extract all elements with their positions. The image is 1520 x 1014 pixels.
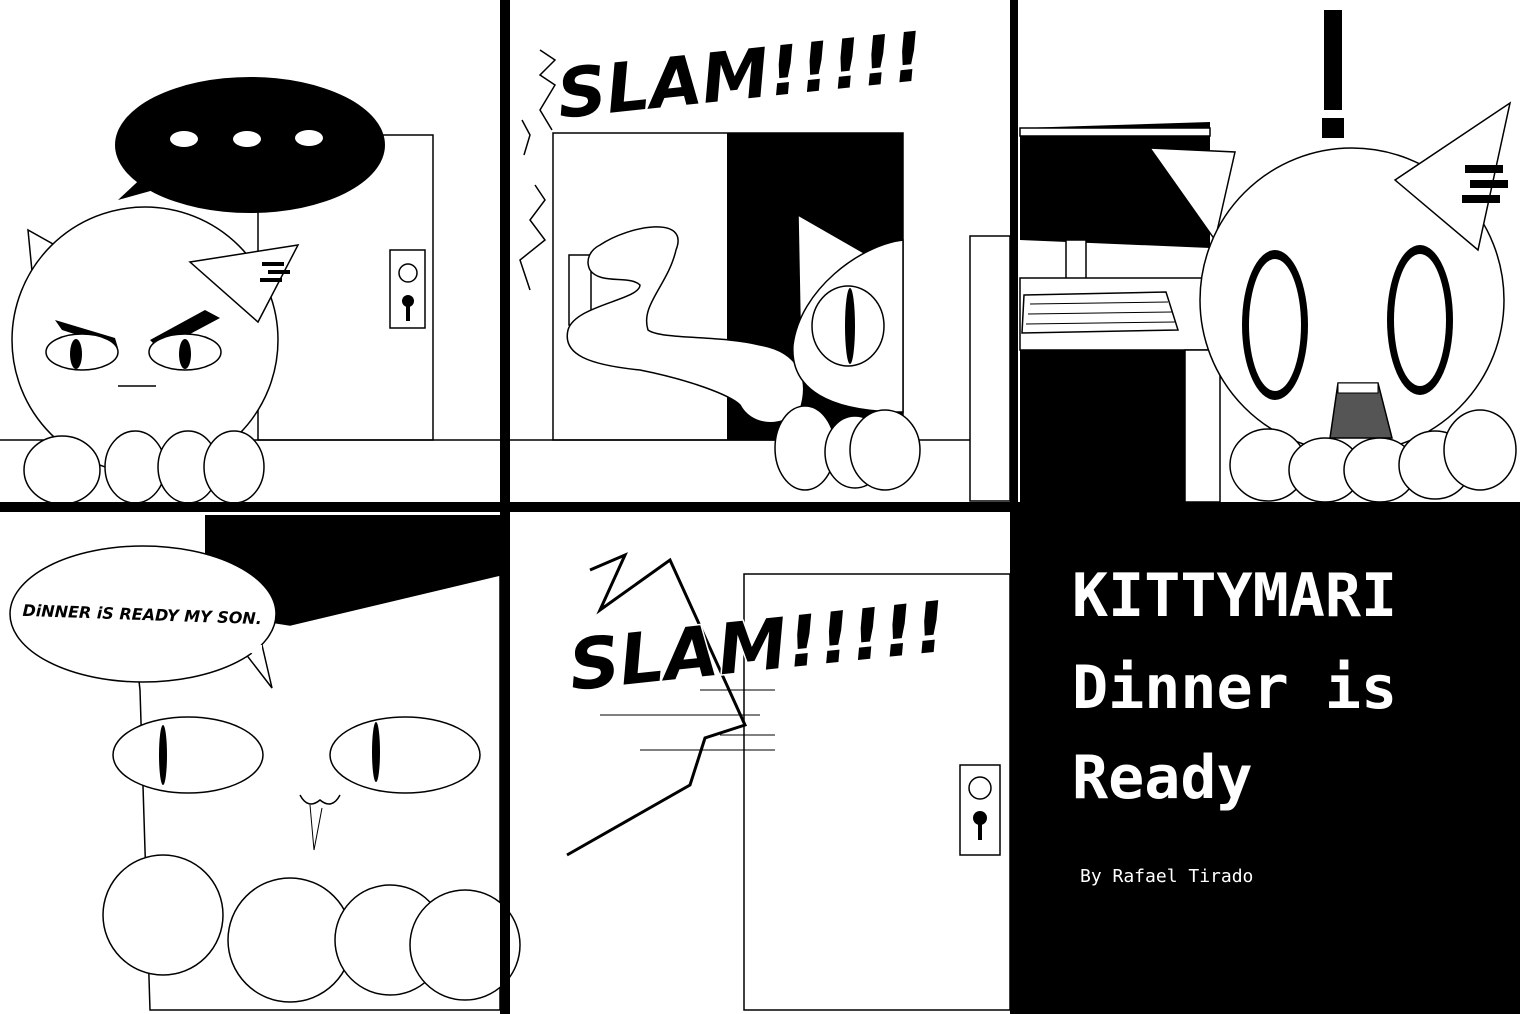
title-line-2: Dinner is	[1072, 653, 1397, 723]
cat-son-annoyed	[11, 206, 300, 505]
ear-marking	[1465, 165, 1503, 173]
panel-6-title: KITTYMARI Dinner is Ready By Rafael Tira…	[1015, 508, 1520, 1014]
cat-pupil-right	[372, 722, 380, 782]
door-knob	[398, 263, 418, 283]
ellipsis-dot	[170, 131, 198, 147]
ear-marking	[262, 262, 284, 266]
keyhole-slot	[978, 818, 982, 840]
exclamation-mark-bar	[1324, 10, 1342, 110]
ear-marking	[1462, 195, 1500, 203]
cat-pupil-left	[159, 725, 167, 785]
title-line-3: Ready	[1072, 743, 1253, 813]
title-line-1: KITTYMARI	[1072, 561, 1397, 631]
door-knob	[968, 776, 992, 800]
speech-bubble-ellipsis	[115, 77, 385, 213]
keyhole-slot	[406, 301, 410, 321]
wall-corner	[969, 235, 1011, 502]
cat-paw	[227, 877, 353, 1003]
cat-paw	[102, 854, 224, 976]
cat-eye-right	[329, 716, 481, 794]
cat-paw	[104, 430, 166, 504]
cat-eye-left	[45, 333, 119, 371]
ear-marking	[1470, 180, 1508, 188]
exclamation-mark-dot	[1322, 118, 1344, 138]
ellipsis-dot	[295, 130, 323, 146]
cat-pupil	[845, 288, 855, 364]
keyboard	[1021, 291, 1180, 334]
desk-leg	[1184, 349, 1221, 503]
ear-marking	[268, 270, 290, 274]
cat-eye-left	[112, 716, 264, 794]
ear-marking	[260, 278, 282, 282]
ellipsis-dot	[233, 131, 261, 147]
byline: By Rafael Tirado	[1080, 866, 1253, 887]
cat-paw	[203, 430, 265, 504]
cat-paw	[849, 409, 921, 491]
cat-paw	[23, 435, 101, 505]
cat-paw	[1443, 409, 1517, 491]
desk-shadow	[1020, 350, 1185, 502]
comic-page: SLAM!!!!! DiNNER iS READY MY SON. SLAM!!…	[0, 0, 1520, 1014]
cat-pupil-left	[70, 339, 82, 369]
cat-pupil-right	[179, 339, 191, 369]
